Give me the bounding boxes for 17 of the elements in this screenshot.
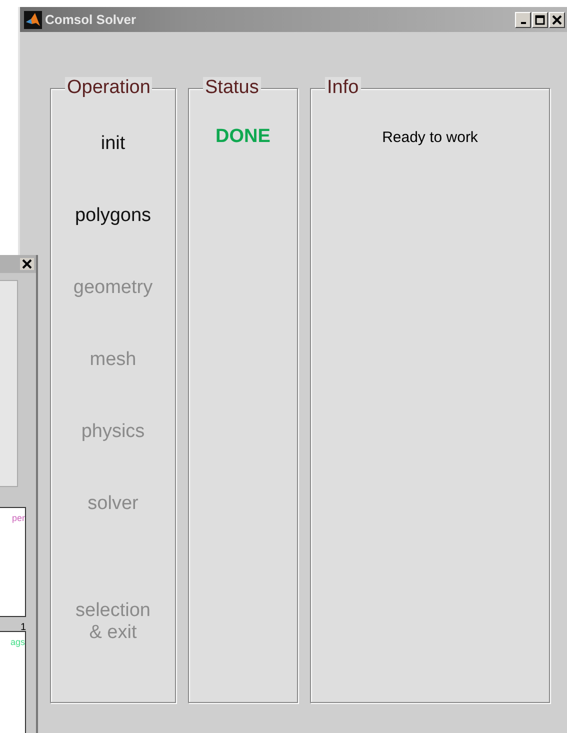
close-button[interactable] [549,12,565,28]
legend-label: per [12,513,25,523]
info-message: Ready to work [381,128,479,146]
close-icon [20,258,34,270]
minimize-icon [520,22,526,24]
app-logo-icon [24,10,42,28]
operation-button[interactable]: init [100,108,126,180]
panel-title: Operation [65,77,152,99]
close-icon [552,14,562,24]
status-text: DONE [216,126,270,148]
legend-label: ags [10,637,25,647]
maximize-icon [535,14,545,24]
minimize-button[interactable] [515,12,531,28]
operation-button[interactable]: polygons [74,180,152,252]
maximize-button[interactable] [532,12,548,28]
axis-label: 1 [20,622,26,633]
window-title: Comsol Solver [45,12,138,27]
